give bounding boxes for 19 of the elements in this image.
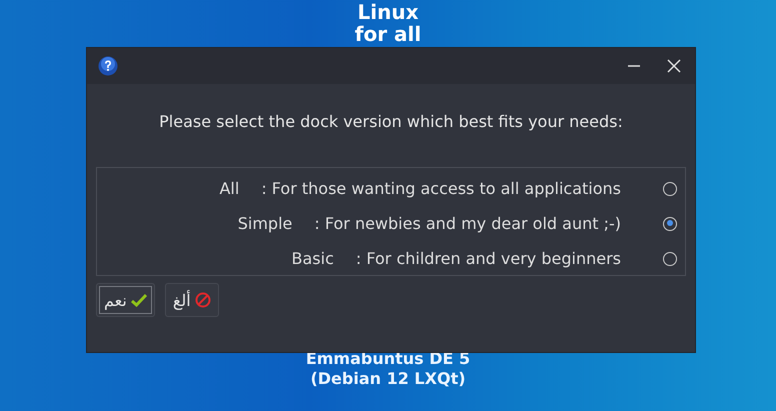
radio-button[interactable]	[663, 252, 677, 266]
option-label: Simple	[238, 214, 292, 233]
radio-button[interactable]	[663, 216, 677, 230]
option-label: All	[219, 179, 240, 198]
wallpaper-title: for all	[354, 23, 422, 45]
help-icon	[98, 56, 118, 76]
radio-button[interactable]	[663, 182, 677, 196]
option-description: : For newbies and my dear old aunt ;-)	[314, 214, 621, 233]
dialog-button[interactable]: نعم	[96, 283, 155, 317]
wallpaper-title: Linux	[358, 1, 418, 23]
close-icon[interactable]	[667, 59, 681, 73]
checkmark-icon	[130, 293, 147, 307]
option-description: : For children and very beginners	[356, 249, 621, 268]
dialog-button[interactable]: ألغ	[164, 283, 219, 317]
wallpaper-caption: (Debian 12 LXQt)	[310, 369, 466, 389]
prohibited-icon	[194, 292, 211, 308]
option-label: Basic	[292, 249, 334, 268]
prompt-text: Please select the dock version which best fits your needs:	[158, 112, 624, 131]
option-description: : For those wanting access to all applications	[261, 179, 621, 198]
